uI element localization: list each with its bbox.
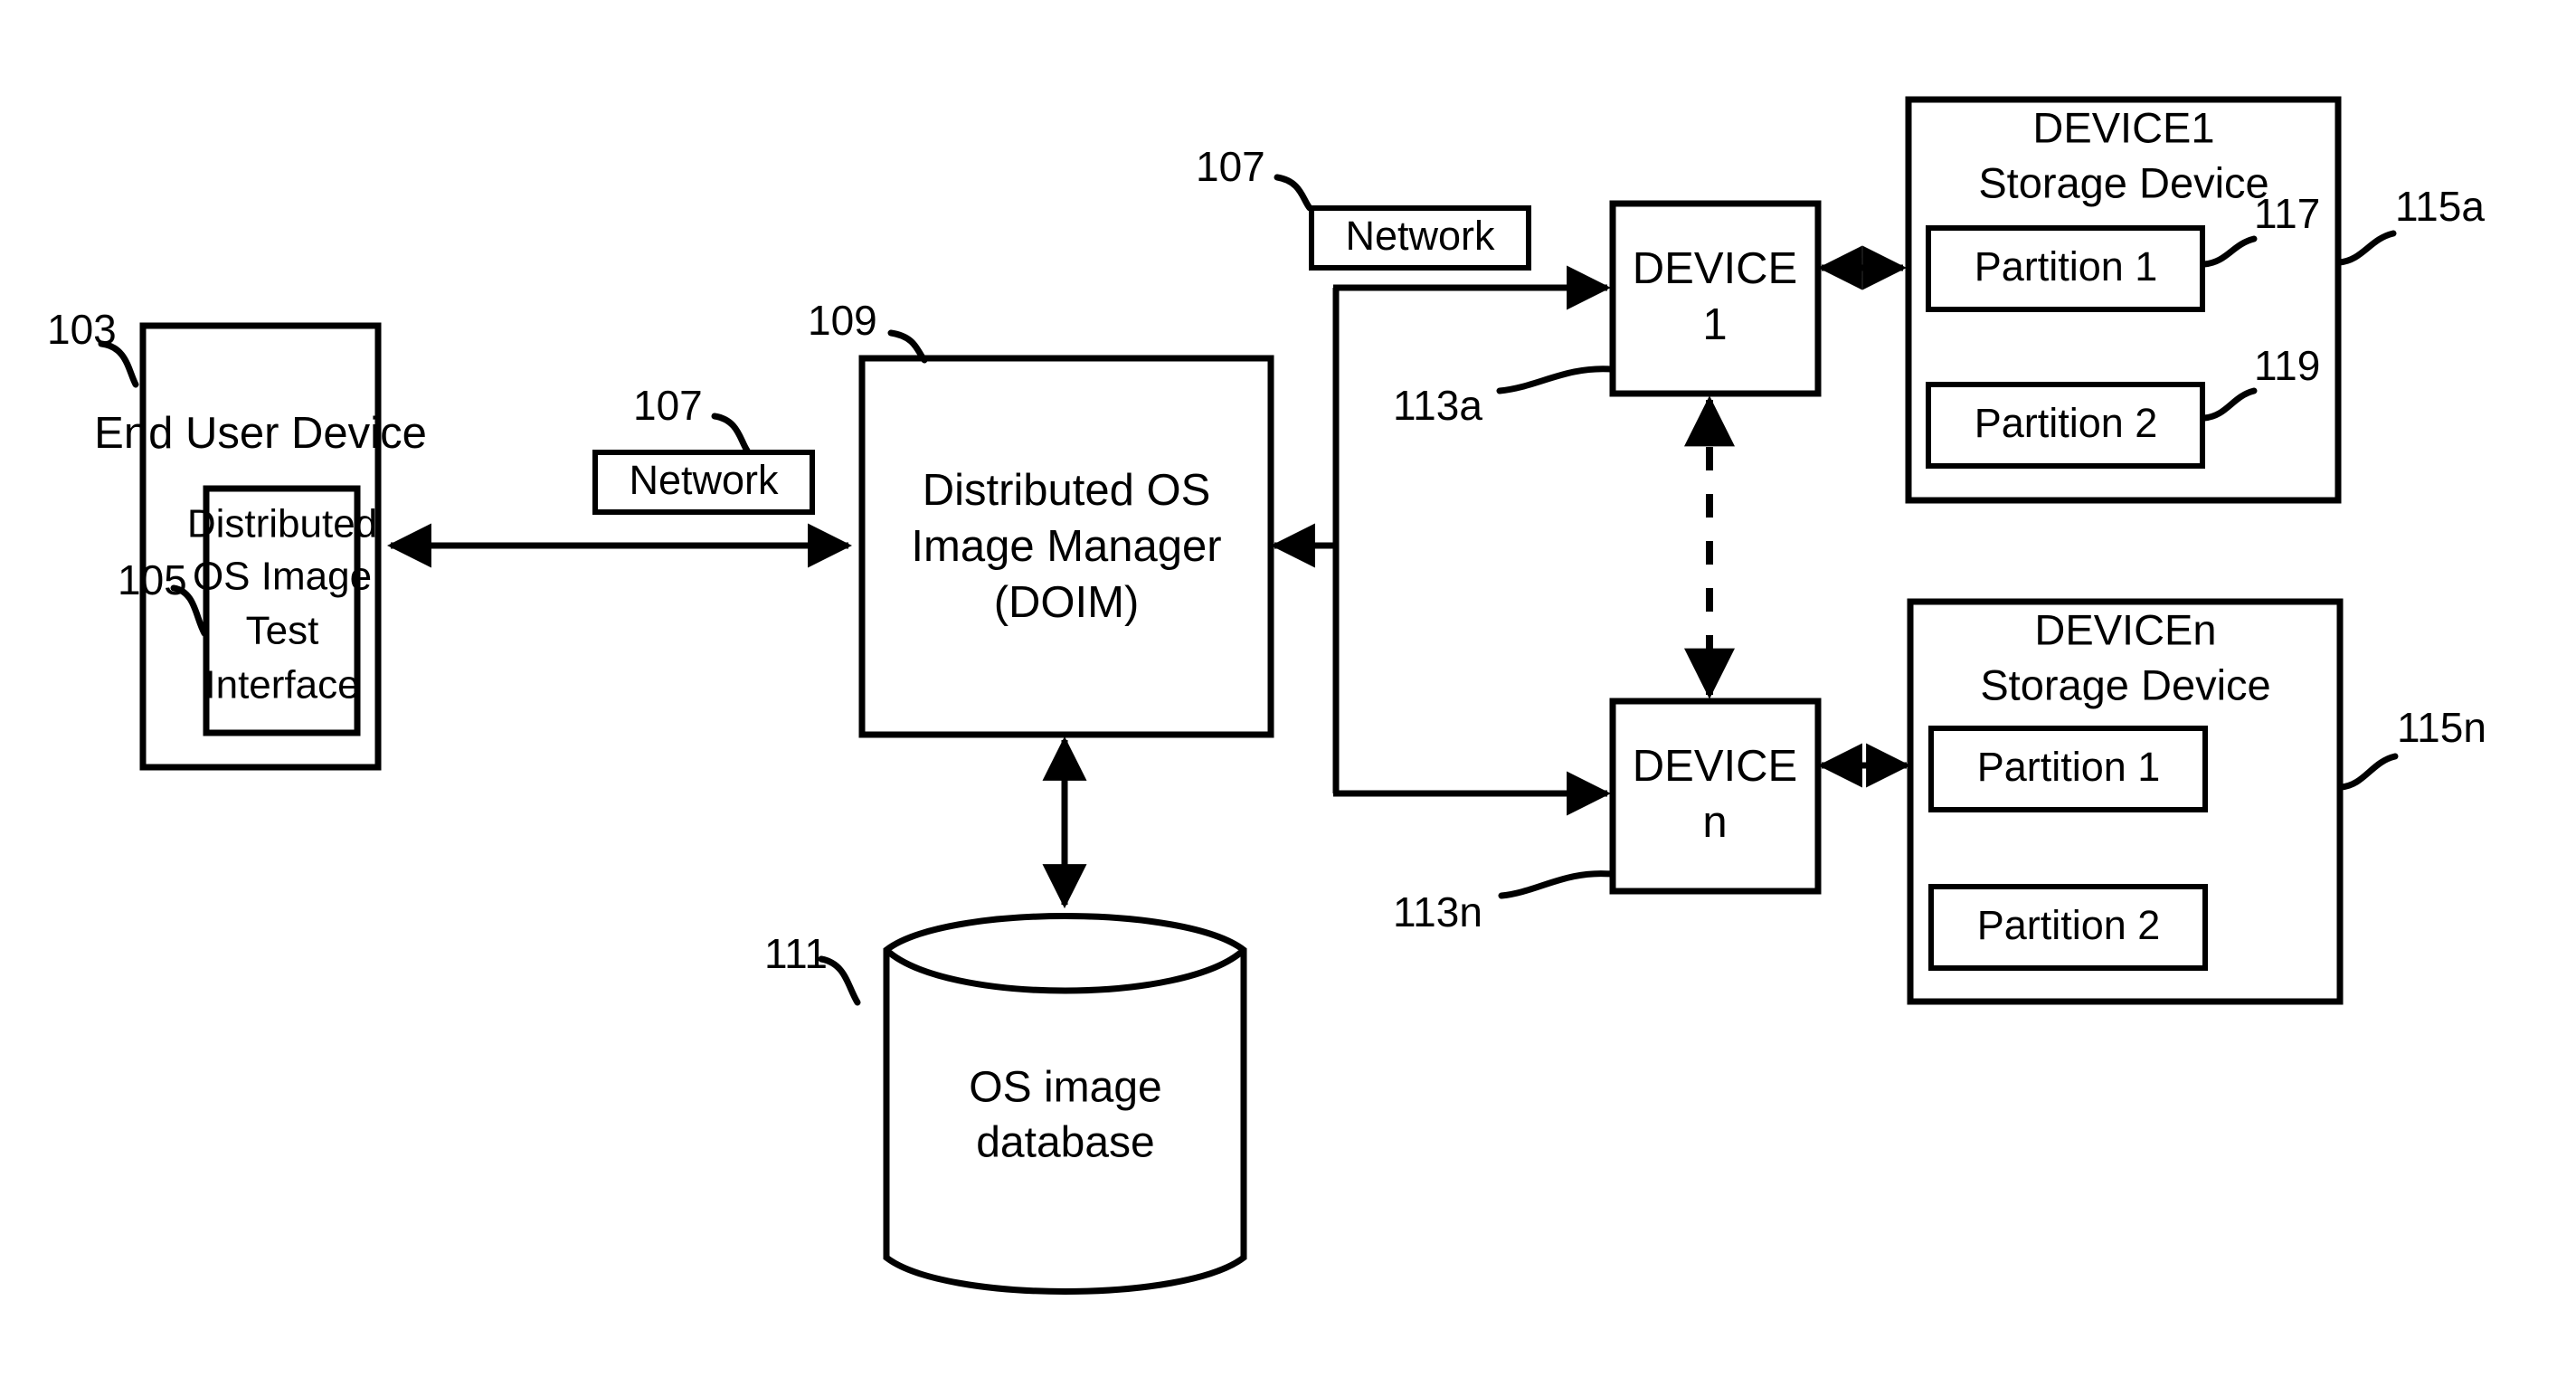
devicen-label-line1: DEVICE xyxy=(1633,742,1797,791)
os-image-database-node[interactable]: OS image database 111 xyxy=(764,913,1247,1295)
ref-number-107-left: 107 xyxy=(633,382,703,429)
device1-box[interactable] xyxy=(1609,200,1822,397)
device1-partition-2-label: Partition 2 xyxy=(1975,400,2158,446)
device1-storage-label-line2: Storage Device xyxy=(1978,158,2268,206)
ref-number-103: 103 xyxy=(47,306,117,353)
doim-label-line3: (DOIM) xyxy=(994,578,1140,627)
network-right-label: Network xyxy=(1345,213,1495,259)
devicen-box[interactable] xyxy=(1609,698,1822,895)
network-left-label: Network xyxy=(629,457,779,503)
leader-line-117 xyxy=(2201,235,2258,268)
device1-storage-label-line1: DEVICE1 xyxy=(2032,103,2214,151)
leader-line-115n xyxy=(2337,753,2399,791)
leader-line-115a xyxy=(2335,230,2397,266)
device-bus-connector xyxy=(1270,265,1612,816)
devicen-partition-2-label: Partition 2 xyxy=(1977,902,2161,948)
devicen-storage-label-line1: DEVICEn xyxy=(2034,605,2216,653)
ref-number-117: 117 xyxy=(2254,190,2320,237)
ref-number-113a: 113a xyxy=(1393,382,1482,429)
test-interface-label-line1: Distributed xyxy=(187,502,377,546)
leader-line-113n xyxy=(1498,870,1615,899)
test-interface-label-line2: OS Image xyxy=(193,555,372,599)
test-interface-label-line4: Interface xyxy=(204,663,359,707)
ref-number-115n: 115n xyxy=(2397,704,2486,751)
network-right-node[interactable]: Network 107 xyxy=(1196,143,1531,271)
devicen-storage-label-line2: Storage Device xyxy=(1980,660,2270,708)
network-left-node[interactable]: Network 107 xyxy=(592,382,815,515)
doim-node[interactable]: Distributed OS Image Manager (DOIM) 109 xyxy=(808,297,1274,738)
end-user-device-label: End User Device xyxy=(94,409,427,458)
devicen-node[interactable]: DEVICE n 113n xyxy=(1393,698,1822,935)
database-label-line2: database xyxy=(976,1119,1155,1167)
patent-figure: End User Device 103 Distributed OS Image… xyxy=(0,0,2576,1377)
device1-label-line2: 1 xyxy=(1702,300,1727,349)
test-interface-label-line3: Test xyxy=(246,609,319,653)
database-label-line1: OS image xyxy=(969,1064,1161,1112)
leader-line-119 xyxy=(2201,387,2258,422)
device1-storage-node[interactable]: DEVICE1 Storage Device Partition 1 117 P… xyxy=(1905,96,2485,504)
doim-label-line2: Image Manager xyxy=(911,522,1221,571)
ref-number-111: 111 xyxy=(764,930,828,977)
ref-number-105: 105 xyxy=(118,556,187,603)
leader-line-107-left xyxy=(711,413,751,454)
ref-number-119: 119 xyxy=(2254,342,2320,389)
devicen-partition-1-label: Partition 1 xyxy=(1977,744,2161,790)
devicen-storage-node[interactable]: DEVICEn Storage Device Partition 1 Parti… xyxy=(1907,598,2486,1005)
ref-number-109: 109 xyxy=(808,297,877,344)
ref-number-107-right: 107 xyxy=(1196,143,1265,190)
leader-line-113a xyxy=(1496,366,1615,394)
device1-label-line1: DEVICE xyxy=(1633,244,1797,293)
device1-partition-1-label: Partition 1 xyxy=(1975,243,2158,290)
devicen-label-line2: n xyxy=(1702,798,1727,847)
ref-number-115a: 115a xyxy=(2395,183,2485,230)
leader-line-107-right xyxy=(1274,174,1313,212)
ref-number-113n: 113n xyxy=(1393,888,1482,935)
os-image-test-interface-node[interactable]: Distributed OS Image Test Interface 105 xyxy=(118,485,377,736)
diagram-canvas: End User Device 103 Distributed OS Image… xyxy=(47,96,2486,1295)
doim-label-line1: Distributed OS xyxy=(923,466,1211,515)
